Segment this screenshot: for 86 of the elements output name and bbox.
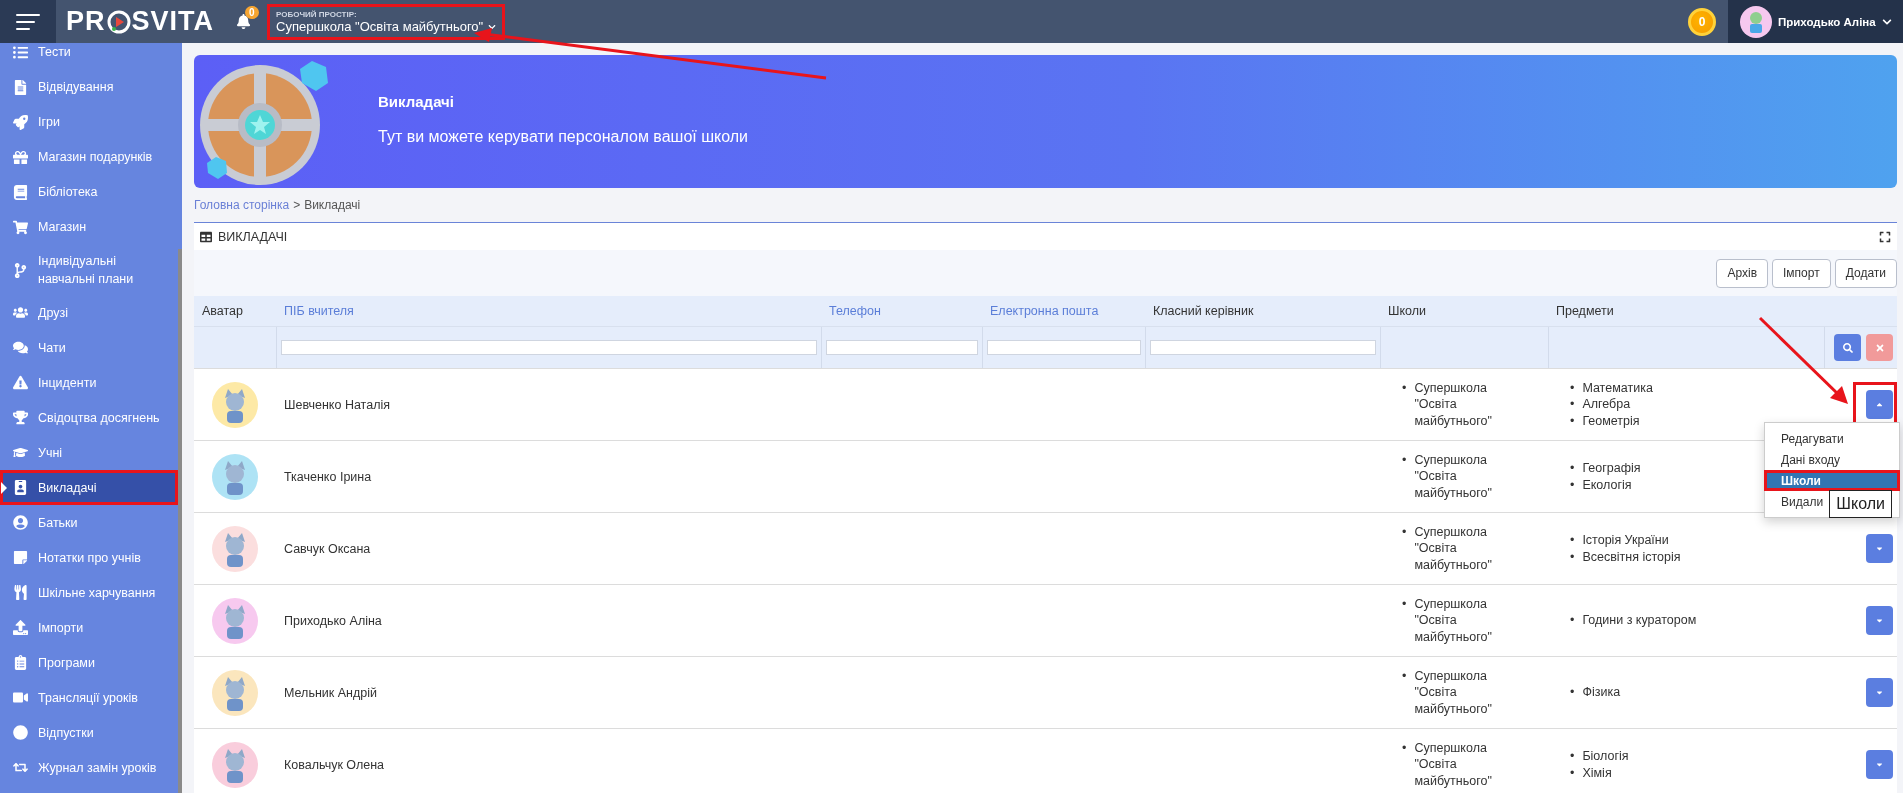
column-header[interactable]: ПІБ вчителя (276, 296, 821, 326)
subject-item: Хімія (1582, 764, 1612, 781)
school-item: Супершкола "Освіта майбутнього" (1414, 523, 1493, 574)
sidebar-item[interactable]: Відпустки (0, 715, 178, 751)
subject-item: Математика (1582, 379, 1653, 397)
column-header: Аватар (201, 303, 244, 320)
sidebar-item[interactable]: Тести (0, 43, 178, 70)
subject-item: Години з куратором (1582, 612, 1697, 629)
sidebar-item[interactable]: Магазин подарунків (0, 140, 178, 175)
list-bullet: • (1570, 460, 1575, 477)
user-menu[interactable]: Приходько Аліна (1728, 0, 1903, 43)
sidebar-item[interactable]: Свідоцтва досягнень (0, 400, 178, 436)
column-header: Школи (1387, 303, 1428, 320)
sidebar-item[interactable]: Індивідуальні навчальні плани (0, 245, 178, 296)
school-item: Супершкола "Освіта майбутнього" (1414, 667, 1493, 718)
list-bullet: • (1570, 612, 1575, 629)
breadcrumb-current: Викладачі (304, 198, 361, 212)
list-bullet: • (1570, 379, 1575, 397)
sidebar-item[interactable]: Магазин (0, 210, 178, 245)
subject-item: Екологія (1582, 476, 1632, 493)
list-bullet: • (1402, 523, 1407, 541)
sidebar-item[interactable]: Батьки (0, 505, 178, 541)
list-bullet: • (1570, 684, 1575, 701)
sidebar-item[interactable]: Учні (0, 435, 178, 471)
list-bullet: • (1570, 476, 1575, 493)
sidebar-item[interactable]: Чати (0, 330, 178, 366)
menu-item[interactable]: Дані входу (1764, 449, 1900, 470)
list-bullet: • (1402, 379, 1407, 397)
subject-item: Біологія (1582, 748, 1629, 765)
school-item: Супершкола "Освіта майбутнього" (1414, 451, 1493, 502)
column-header: Предмети (1555, 303, 1615, 320)
column-header[interactable]: Електронна пошта (982, 296, 1145, 326)
sidebar-item[interactable]: Нотатки про учнів (0, 540, 178, 576)
menu-item[interactable]: Школи (1764, 470, 1900, 491)
subject-item: Алгебра (1582, 396, 1631, 413)
sidebar-item[interactable]: Інциденти (0, 365, 178, 401)
sidebar-item[interactable]: Імпорти (0, 610, 178, 646)
sidebar-item[interactable]: Ігри (0, 105, 178, 140)
subject-item: Геометрія (1582, 412, 1640, 430)
sidebar-item[interactable]: Бібліотека (0, 175, 178, 210)
list-bullet: • (1570, 412, 1575, 430)
tooltip: Школи (1829, 490, 1892, 518)
list-bullet: • (1570, 764, 1575, 781)
teacher-name: Шевченко Наталія (284, 397, 390, 412)
sidebar-item[interactable]: Відвідування (0, 70, 178, 105)
school-item: Супершкола "Освіта майбутнього" (1414, 595, 1493, 646)
list-bullet: • (1570, 396, 1575, 413)
sidebar-item[interactable]: Журнал замін уроків (0, 750, 178, 786)
teacher-name: Ткаченко Ірина (284, 469, 372, 484)
school-item: Супершкола "Освіта майбутнього" (1414, 739, 1493, 790)
teacher-name: Савчук Оксана (284, 541, 371, 556)
logo: PR SVITA (66, 5, 216, 38)
subject-item: Фізика (1582, 684, 1621, 701)
coin-counter: 0 (1688, 7, 1716, 36)
list-bullet: • (1402, 451, 1407, 469)
column-header[interactable]: Телефон (821, 296, 982, 326)
toolbar-button[interactable]: Імпорт (1772, 258, 1831, 288)
sidebar-item[interactable]: Шкільне харчування (0, 575, 178, 611)
subject-item: Географія (1582, 460, 1641, 477)
notification-badge: 0 (245, 6, 259, 19)
list-bullet: • (1570, 548, 1575, 565)
list-bullet: • (1570, 748, 1575, 765)
subject-item: Всесвітня історія (1582, 548, 1681, 565)
breadcrumb-link[interactable]: Головна сторінка (194, 198, 290, 212)
banner-title: Викладачі (378, 93, 455, 110)
subject-item: Історія України (1582, 532, 1669, 549)
workspace-selector[interactable]: РОБОЧИЙ ПРОСТІР: Супершкола "Освіта майбутнього" (267, 4, 506, 40)
column-header: Класний керівник (1152, 303, 1255, 320)
sidebar-item[interactable]: Програми (0, 645, 178, 681)
banner-description: Тут ви можете керувати персоналом вашої школи (378, 128, 748, 146)
breadcrumb-separator: > (293, 198, 301, 212)
list-bullet: • (1402, 739, 1407, 757)
sidebar-item[interactable]: Друзі (0, 295, 178, 331)
list-bullet: • (1402, 667, 1407, 685)
school-item: Супершкола "Освіта майбутнього" (1414, 379, 1493, 430)
teacher-name: Мельник Андрій (284, 685, 377, 700)
list-bullet: • (1570, 532, 1575, 549)
sidebar-item[interactable]: Викладачі (0, 470, 178, 506)
panel-title: ВИКЛАДАЧІ (218, 229, 289, 244)
toolbar-button[interactable]: Додати (1834, 258, 1897, 288)
sidebar-item[interactable]: Трансляції уроків (0, 680, 178, 716)
teacher-name: Ковальчук Олена (284, 757, 385, 772)
list-bullet: • (1402, 595, 1407, 613)
toolbar-button[interactable]: Архів (1716, 258, 1769, 288)
teacher-name: Приходько Аліна (284, 613, 382, 628)
menu-item[interactable]: Редагувати (1764, 428, 1900, 449)
